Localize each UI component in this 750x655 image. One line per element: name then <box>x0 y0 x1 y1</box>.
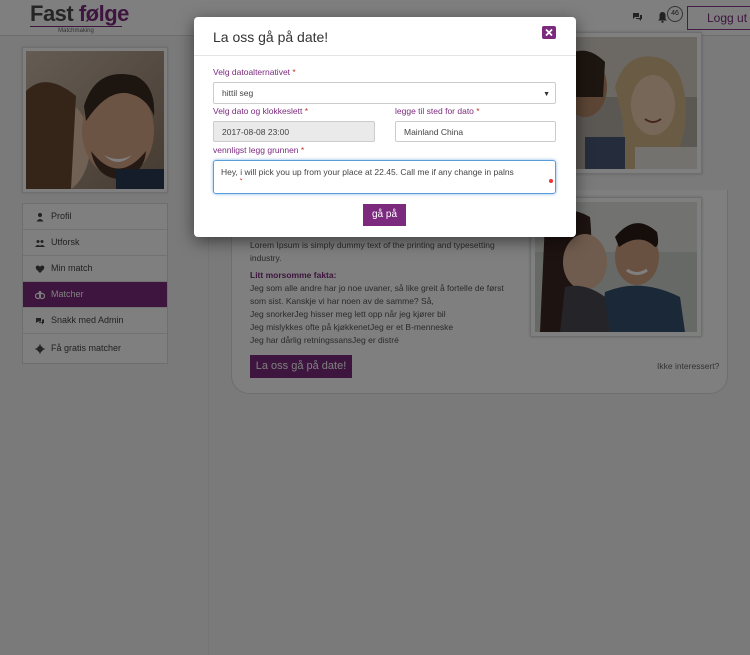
place-value: Mainland China <box>404 126 464 137</box>
datetime-value: 2017-08-08 23:00 <box>222 126 290 137</box>
close-icon <box>545 28 553 37</box>
error-dot-icon <box>549 179 553 183</box>
date-option-label: Velg datoalternativet * <box>213 67 296 77</box>
date-option-select[interactable]: hittil seg ▼ <box>213 82 556 104</box>
datetime-label: Velg dato og klokkeslett * <box>213 106 308 116</box>
place-field[interactable]: Mainland China <box>395 121 556 142</box>
reason-label: vennligst legg grunnen * <box>213 145 305 155</box>
reason-textarea[interactable]: Hey, i will pick you up from your place … <box>213 160 556 194</box>
misspelled-word: i <box>240 167 243 177</box>
place-label: legge til sted for dato * <box>395 106 480 116</box>
submit-button[interactable]: gå på <box>363 204 406 226</box>
close-button[interactable] <box>542 26 556 39</box>
datetime-field[interactable]: 2017-08-08 23:00 <box>213 121 375 142</box>
modal-header-divider <box>194 55 576 56</box>
date-request-modal: La oss gå på date! Velg datoalternativet… <box>194 17 576 237</box>
dropdown-caret-icon: ▼ <box>543 91 550 98</box>
modal-title: La oss gå på date! <box>213 29 329 45</box>
date-option-value: hittil seg <box>222 88 254 98</box>
